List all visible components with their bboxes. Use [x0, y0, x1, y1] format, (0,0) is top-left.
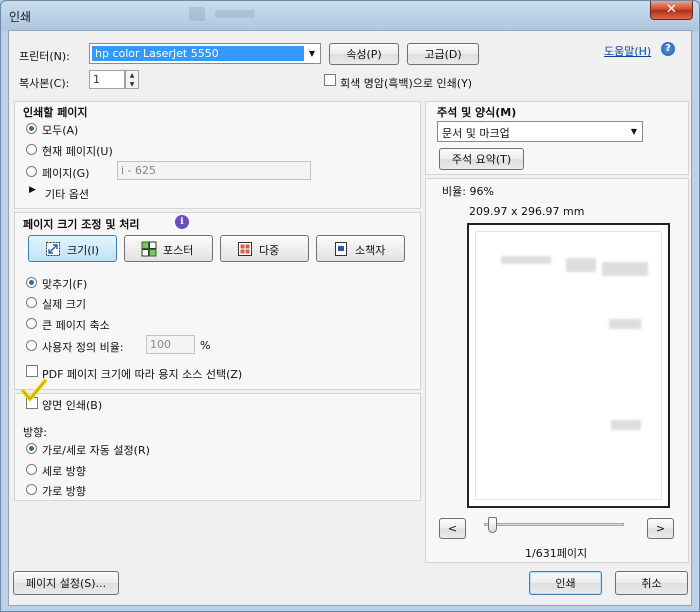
- page-counter: 1/631페이지: [525, 547, 588, 560]
- duplex-label: 양면 인쇄(B): [42, 399, 103, 412]
- print-button[interactable]: 인쇄: [529, 571, 602, 595]
- booklet-icon: [335, 242, 347, 256]
- close-button[interactable]: ✕: [650, 1, 693, 20]
- resize-icon: [46, 242, 60, 256]
- print-dialog-window: 인쇄 ✕ 프린터(N): hp color LaserJet 5550 ▼ 속성…: [0, 0, 700, 612]
- multiple-pages-icon: [238, 242, 252, 256]
- chevron-down-icon: ▼: [308, 49, 316, 58]
- copies-spinner[interactable]: ▲ ▼: [125, 70, 139, 89]
- spin-up-icon[interactable]: ▲: [126, 71, 138, 80]
- title-bar-ghost-text: [215, 10, 255, 18]
- booklet-mode-label: 소책자: [355, 244, 386, 257]
- radio-page-range[interactable]: [26, 166, 37, 177]
- radio-auto-orientation[interactable]: [26, 443, 37, 454]
- printer-select-value: hp color LaserJet 5550: [92, 46, 304, 61]
- blurred-text: [566, 258, 596, 272]
- page-sizing-title: 페이지 크기 조정 및 처리: [23, 218, 140, 231]
- radio-actual-size[interactable]: [26, 297, 37, 308]
- more-options-toggle[interactable]: 기타 옵션: [45, 186, 89, 202]
- page-setup-button[interactable]: 페이지 설정(S)...: [13, 571, 119, 595]
- comments-forms-select[interactable]: 문서 및 마크업 ▼: [437, 121, 643, 142]
- next-page-button[interactable]: >: [647, 518, 674, 539]
- help-link[interactable]: 도움말(H): [604, 43, 651, 59]
- orientation-title: 방향:: [23, 426, 47, 439]
- title-bar-ghost-icon: [189, 7, 205, 21]
- radio-page-range-label: 페이지(G): [42, 167, 90, 180]
- comments-forms-value: 문서 및 마크업: [442, 127, 510, 140]
- pdf-paper-source-label: PDF 페이지 크기에 따라 용지 소스 선택(Z): [42, 368, 243, 381]
- page-range-input[interactable]: i - 625: [117, 161, 311, 180]
- title-bar[interactable]: 인쇄 ✕: [1, 1, 699, 31]
- copies-label: 복사본(C):: [19, 77, 70, 90]
- radio-auto-orientation-label: 가로/세로 자동 설정(R): [42, 444, 150, 457]
- poster-mode-button[interactable]: 포스터: [124, 235, 213, 262]
- page-preview-content: [475, 231, 662, 500]
- custom-scale-input[interactable]: 100: [146, 335, 195, 354]
- chevron-down-icon: ▼: [630, 127, 638, 136]
- radio-custom-scale[interactable]: [26, 340, 37, 351]
- help-icon[interactable]: ?: [661, 42, 675, 56]
- grayscale-checkbox[interactable]: [324, 74, 336, 86]
- radio-current-page[interactable]: [26, 144, 37, 155]
- blurred-text: [602, 262, 648, 276]
- pages-to-print-title: 인쇄할 페이지: [23, 106, 88, 119]
- grayscale-label: 회색 명암(흑백)으로 인쇄(Y): [340, 77, 473, 90]
- size-mode-label: 크기(I): [67, 244, 100, 257]
- radio-actual-size-label: 실제 크기: [42, 298, 86, 311]
- percent-label: %: [200, 339, 211, 352]
- radio-shrink-oversized-label: 큰 페이지 축소: [42, 319, 110, 332]
- radio-custom-scale-label: 사용자 정의 비율:: [42, 341, 124, 354]
- preview-scale-text: 비율: 96%: [442, 185, 494, 198]
- radio-portrait-label: 세로 방향: [42, 465, 86, 478]
- blurred-text: [501, 256, 551, 264]
- booklet-mode-button[interactable]: 소책자: [316, 235, 405, 262]
- radio-current-page-label: 현재 페이지(U): [42, 145, 113, 158]
- radio-fit-label: 맞추기(F): [42, 278, 88, 291]
- properties-button[interactable]: 속성(P): [329, 43, 399, 65]
- comments-forms-title: 주석 및 양식(M): [437, 106, 517, 119]
- dialog-client-area: 프린터(N): hp color LaserJet 5550 ▼ 속성(P) 고…: [8, 30, 692, 606]
- radio-shrink-oversized[interactable]: [26, 318, 37, 329]
- blurred-text: [609, 319, 641, 329]
- page-preview: [467, 223, 670, 508]
- printer-select[interactable]: hp color LaserJet 5550 ▼: [89, 43, 321, 64]
- info-icon[interactable]: i: [175, 215, 189, 229]
- pdf-paper-source-checkbox[interactable]: [26, 365, 38, 377]
- summarize-comments-button[interactable]: 주석 요약(T): [439, 148, 524, 170]
- size-mode-button[interactable]: 크기(I): [28, 235, 117, 262]
- previous-page-button[interactable]: <: [439, 518, 466, 539]
- radio-landscape-label: 가로 방향: [42, 485, 86, 498]
- window-title: 인쇄: [9, 10, 32, 24]
- advanced-button[interactable]: 고급(D): [407, 43, 479, 65]
- poster-mode-label: 포스터: [163, 244, 194, 257]
- radio-landscape[interactable]: [26, 484, 37, 495]
- copies-input[interactable]: 1: [89, 70, 125, 89]
- spin-down-icon[interactable]: ▼: [126, 80, 138, 89]
- preview-page-size-text: 209.97 x 296.97 mm: [469, 205, 585, 218]
- radio-all-pages[interactable]: [26, 123, 37, 134]
- cancel-button[interactable]: 취소: [615, 571, 688, 595]
- printer-label: 프린터(N):: [19, 50, 70, 63]
- poster-icon: [141, 241, 157, 257]
- blurred-text: [611, 420, 641, 430]
- radio-portrait[interactable]: [26, 464, 37, 475]
- radio-fit[interactable]: [26, 277, 37, 288]
- page-slider-track[interactable]: [484, 523, 624, 526]
- radio-all-pages-label: 모두(A): [42, 124, 79, 137]
- multiple-mode-button[interactable]: 다중: [220, 235, 309, 262]
- expand-triangle-icon[interactable]: ▶: [29, 185, 36, 195]
- page-slider-thumb[interactable]: [488, 517, 497, 533]
- multiple-mode-label: 다중: [259, 244, 280, 257]
